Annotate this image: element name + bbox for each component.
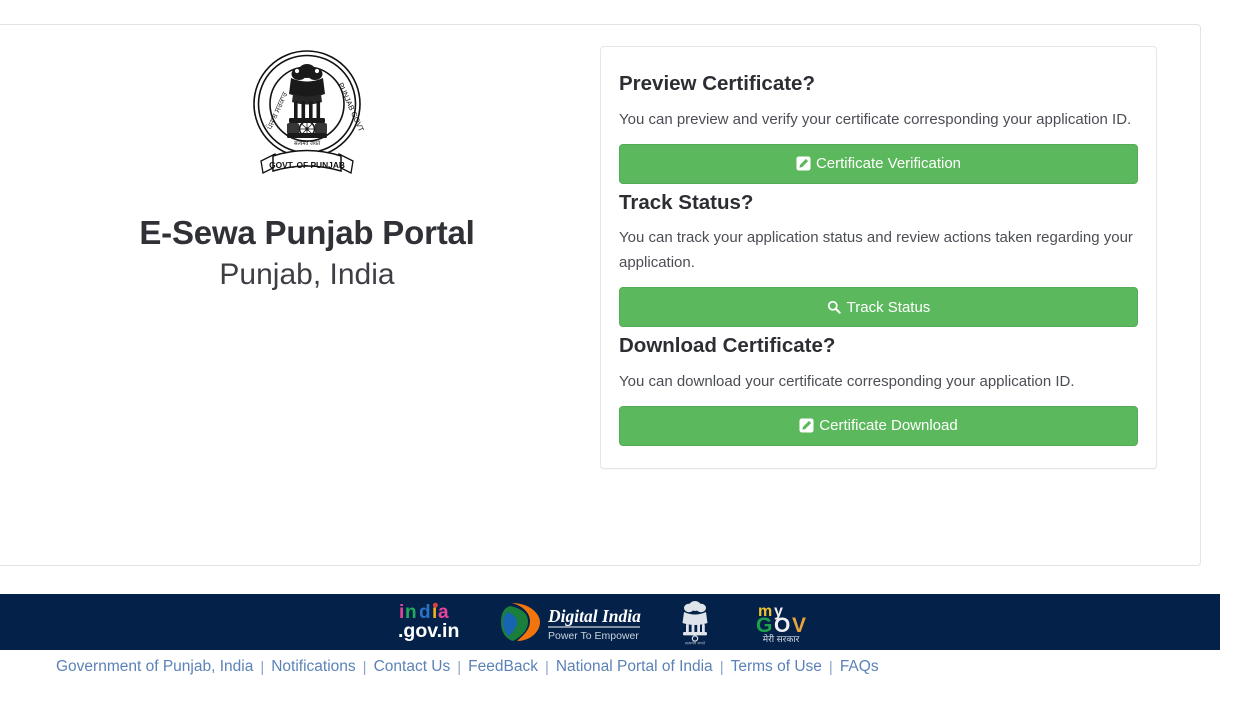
- mygov-logo[interactable]: m y G O V मेरी सरकार: [740, 600, 822, 644]
- footer-link-contact-us[interactable]: Contact Us: [374, 658, 451, 676]
- button-label: Track Status: [846, 298, 931, 316]
- section-preview-certificate: Preview Certificate? You can preview and…: [619, 69, 1138, 184]
- footer-link-faqs[interactable]: FAQs: [840, 658, 879, 676]
- page-subtitle: Punjab, India: [219, 257, 395, 291]
- footer-separator: |: [457, 658, 462, 676]
- services-card: Preview Certificate? You can preview and…: [600, 46, 1157, 469]
- footer-links: Government of Punjab, India | Notificati…: [0, 658, 1245, 676]
- pen-square-icon: [796, 156, 811, 171]
- certificate-verification-button[interactable]: Certificate Verification: [619, 143, 1138, 184]
- svg-text:सत्यमेव जयते: सत्यमेव जयते: [685, 640, 706, 645]
- certificate-download-button[interactable]: Certificate Download: [619, 405, 1138, 446]
- footer-link-notifications[interactable]: Notifications: [271, 658, 355, 676]
- search-icon: [827, 300, 842, 315]
- digital-india-logo[interactable]: Digital India Power To Empower: [500, 600, 650, 644]
- brand-column: ਪੰਜਾਬ ਸਰਕਾਰ PUNJAB GOVT सत्यमेव जयते GOV…: [0, 24, 600, 292]
- footer-separator: |: [828, 658, 833, 676]
- footer-link-terms-of-use[interactable]: Terms of Use: [731, 658, 822, 676]
- footer-link-national-portal-of-india[interactable]: National Portal of India: [556, 658, 713, 676]
- footer-separator: |: [362, 658, 367, 676]
- emblem-ribbon-text: GOVT. OF PUNJAB: [269, 160, 345, 170]
- content-row: ਪੰਜਾਬ ਸਰਕਾਰ PUNJAB GOVT सत्यमेव जयते GOV…: [0, 24, 1201, 566]
- section-title: Preview Certificate?: [619, 72, 815, 95]
- section-title: Download Certificate?: [619, 334, 836, 358]
- footer-separator: |: [719, 658, 724, 676]
- footer-logo-band: i n d i a .gov.in Digital India Power To…: [0, 594, 1220, 650]
- track-status-button[interactable]: Track Status: [619, 287, 1138, 328]
- pen-square-icon: [799, 418, 814, 433]
- svg-text:सत्यमेव जयते: सत्यमेव जयते: [294, 140, 321, 147]
- footer-separator: |: [544, 658, 549, 676]
- section-title: Track Status?: [619, 190, 754, 214]
- svg-text:.gov.in: .gov.in: [398, 620, 459, 642]
- page-root: ਪੰਜਾਬ ਸਰਕਾਰ PUNJAB GOVT सत्यमेव जयते GOV…: [0, 0, 1245, 722]
- svg-text:Power To Empower: Power To Empower: [548, 630, 639, 642]
- svg-text:Digital India: Digital India: [547, 606, 641, 626]
- button-label: Certificate Verification: [815, 155, 962, 173]
- footer-link-government-of-punjab-india[interactable]: Government of Punjab, India: [56, 658, 253, 676]
- page-title: E-Sewa Punjab Portal: [139, 214, 475, 251]
- section-description: You can preview and verify your certific…: [619, 110, 1132, 128]
- india-gov-in-logo[interactable]: i n d i a .gov.in: [398, 601, 474, 643]
- section-track-status: Track Status? You can track your applica…: [619, 188, 1138, 328]
- footer-separator: |: [260, 658, 265, 676]
- card-column: Preview Certificate? You can preview and…: [600, 24, 1201, 469]
- ashoka-emblem-logo[interactable]: सत्यमेव जयते: [676, 599, 714, 645]
- footer-link-feedback[interactable]: FeedBack: [468, 658, 538, 676]
- section-description: You can download your certificate corres…: [619, 372, 1075, 390]
- section-download-certificate: Download Certificate? You can download y…: [619, 331, 1138, 446]
- punjab-government-emblem-icon: ਪੰਜਾਬ ਸਰਕਾਰ PUNJAB GOVT सत्यमेव जयते GOV…: [247, 44, 367, 187]
- section-description: You can track your application status an…: [619, 229, 1133, 272]
- button-label: Certificate Download: [819, 417, 958, 435]
- svg-text:मेरी सरकार: मेरी सरकार: [763, 633, 800, 644]
